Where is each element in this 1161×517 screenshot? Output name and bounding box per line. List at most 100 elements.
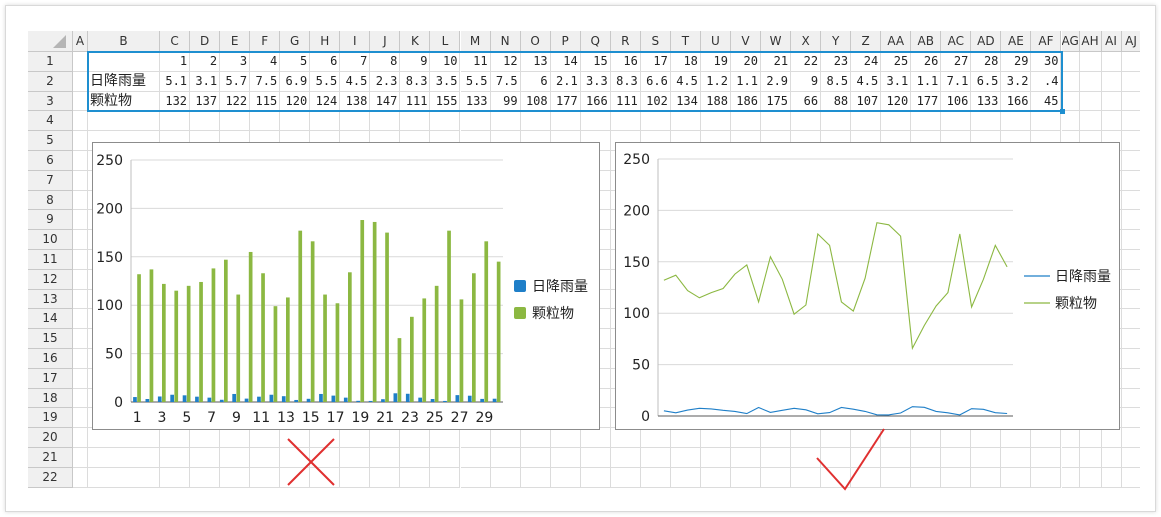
grid-cell[interactable] [640,467,671,488]
grid-cell[interactable] [370,467,401,488]
grid-cell[interactable] [941,448,972,468]
day-number-cell[interactable]: 9 [400,52,431,72]
grid-cell[interactable] [73,329,88,349]
row-header[interactable]: 4 [28,111,73,132]
rainfall-value-cell[interactable]: 2.1 [550,71,581,92]
day-number-cell[interactable]: 15 [580,52,611,72]
grid-cell[interactable] [340,428,371,448]
grid-cell[interactable] [400,428,431,448]
row-header[interactable]: 22 [28,467,73,488]
grid-cell[interactable] [1079,428,1102,448]
grid-cell[interactable] [220,467,251,488]
grid-cell[interactable] [640,428,671,448]
grid-cell[interactable] [1001,448,1032,468]
day-number-cell[interactable]: 7 [340,52,371,72]
row-header[interactable]: 16 [28,349,73,369]
rainfall-value-cell[interactable]: 3.2 [1001,71,1032,92]
row-header[interactable]: 15 [28,329,73,349]
row-header[interactable]: 9 [28,210,73,231]
grid-cell[interactable] [73,349,88,369]
table-cell[interactable] [88,52,160,72]
grid-cell[interactable] [941,467,972,488]
column-header[interactable]: AA [881,31,912,52]
grid-cell[interactable] [1001,467,1032,488]
grid-cell[interactable] [73,289,88,310]
column-header[interactable]: AI [1101,31,1122,52]
grid-cell[interactable] [550,111,581,132]
grid-cell[interactable] [941,428,972,448]
grid-cell[interactable] [190,448,221,468]
grid-cell[interactable] [73,151,88,171]
day-number-cell[interactable]: 28 [971,52,1002,72]
row-header[interactable]: 17 [28,368,73,389]
grid-cell[interactable] [550,467,581,488]
column-header[interactable]: V [730,31,761,52]
grid-cell[interactable] [520,448,551,468]
day-number-cell[interactable]: 20 [730,52,761,72]
rainfall-value-cell[interactable]: 3.1 [881,71,912,92]
grid-cell[interactable] [580,467,611,488]
row-header[interactable]: 10 [28,230,73,250]
grid-cell[interactable] [1079,111,1102,132]
grid-cell[interactable] [730,111,761,132]
day-number-cell[interactable]: 11 [460,52,491,72]
grid-cell[interactable] [220,448,251,468]
particulate-value-cell[interactable]: 88 [821,91,852,112]
grid-cell[interactable] [73,448,88,468]
column-header[interactable]: L [430,31,461,52]
grid-cell[interactable] [670,428,701,448]
grid-cell[interactable] [340,467,371,488]
column-header[interactable]: X [791,31,822,52]
day-number-cell[interactable]: 23 [821,52,852,72]
column-header[interactable]: K [400,31,431,52]
grid-cell[interactable] [490,467,521,488]
grid-cell[interactable] [610,467,641,488]
grid-cell[interactable] [971,428,1002,448]
grid-cell[interactable] [1121,428,1140,448]
column-header[interactable]: AG [1061,31,1080,52]
particulate-value-cell[interactable]: 138 [340,91,371,112]
grid-cell[interactable] [340,448,371,468]
grid-cell[interactable] [911,428,942,448]
grid-cell[interactable] [73,131,88,151]
grid-cell[interactable] [460,428,491,448]
grid-cell[interactable] [670,448,701,468]
column-header[interactable]: Z [851,31,882,52]
grid-cell[interactable] [851,467,882,488]
grid-cell[interactable] [160,448,191,468]
grid-cell[interactable] [640,448,671,468]
column-header[interactable]: G [280,31,311,52]
grid-cell[interactable] [911,111,942,132]
grid-cell[interactable] [730,467,761,488]
column-header[interactable]: AD [971,31,1002,52]
grid-cell[interactable] [1121,230,1140,250]
grid-cell[interactable] [88,467,160,488]
grid-cell[interactable] [160,467,191,488]
day-number-cell[interactable]: 21 [761,52,792,72]
rainfall-value-cell[interactable]: 2.9 [761,71,792,92]
grid-cell[interactable] [370,448,401,468]
rainfall-value-cell[interactable]: 3.3 [580,71,611,92]
grid-cell[interactable] [1121,369,1140,389]
column-header[interactable]: R [610,31,641,52]
row-header[interactable]: 7 [28,170,73,191]
grid-cell[interactable] [1121,210,1140,231]
grid-cell[interactable] [1101,111,1122,132]
rainfall-value-cell[interactable]: 7.5 [250,71,281,92]
rainfall-value-cell[interactable]: 5.5 [310,71,341,92]
column-header[interactable]: AE [1001,31,1032,52]
row-header[interactable]: 20 [28,428,73,448]
particulate-value-cell[interactable]: 99 [490,91,521,112]
grid-cell[interactable] [73,111,88,132]
row-header[interactable]: 2 [28,71,73,92]
day-number-cell[interactable]: 27 [941,52,972,72]
rainfall-value-cell[interactable]: 4.5 [670,71,701,92]
grid-cell[interactable] [700,111,731,132]
grid-cell[interactable] [250,111,281,132]
column-header[interactable]: AH [1079,31,1102,52]
particulate-value-cell[interactable]: 133 [460,91,491,112]
particulate-value-cell[interactable]: 177 [911,91,942,112]
rainfall-value-cell[interactable]: 7.1 [941,71,972,92]
column-header[interactable]: C [160,31,191,52]
rainfall-value-cell[interactable]: 2.3 [370,71,401,92]
